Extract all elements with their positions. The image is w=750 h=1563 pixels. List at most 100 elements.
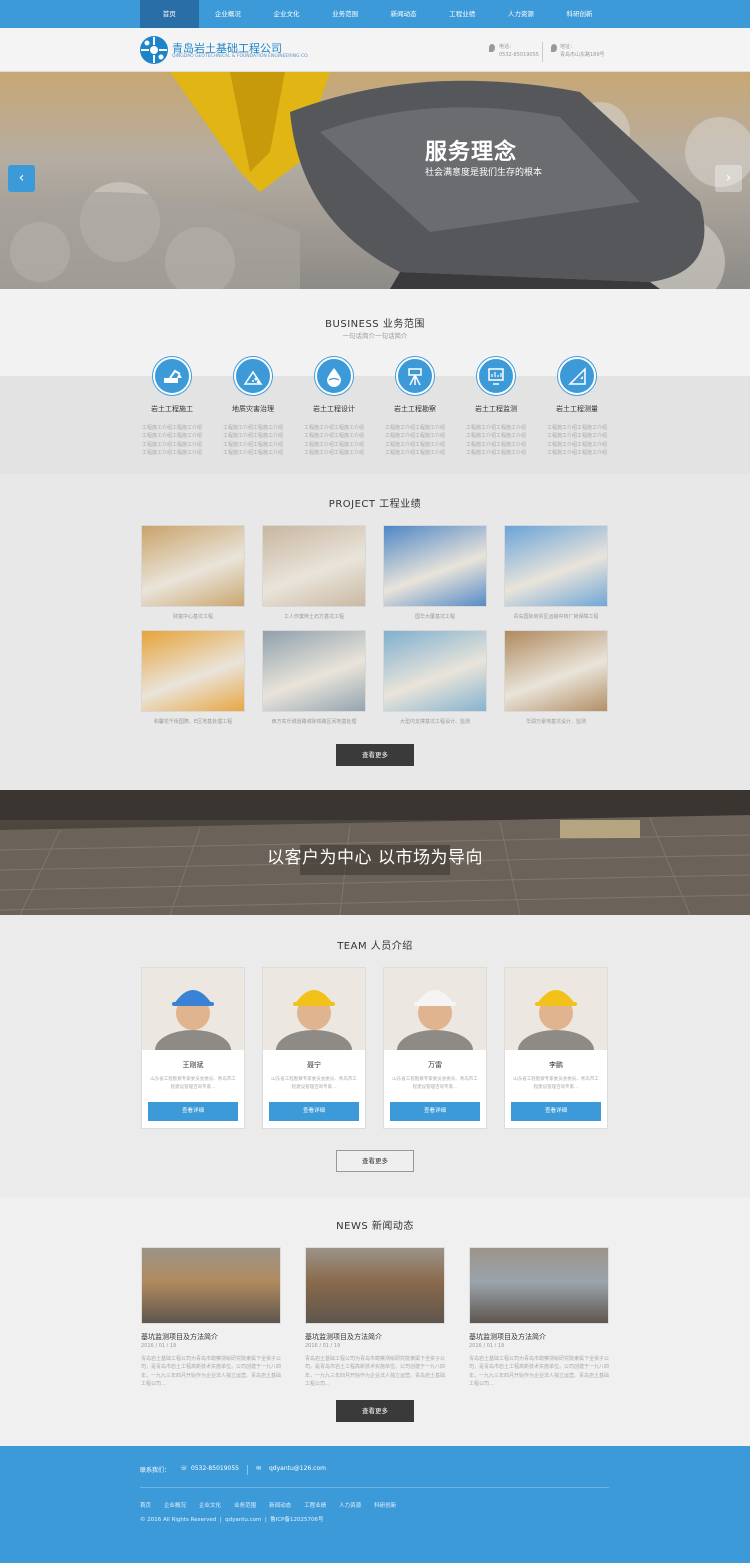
business-band — [0, 376, 750, 474]
nav-item[interactable]: 新闻动态 — [374, 0, 433, 28]
project-card[interactable] — [504, 630, 608, 712]
project-image[interactable] — [384, 526, 486, 606]
project-image[interactable] — [142, 631, 244, 711]
project-image[interactable] — [384, 631, 486, 711]
project-caption[interactable]: 国华大厦基坑工程 — [383, 613, 487, 620]
next-slide-button[interactable]: › — [715, 165, 742, 192]
prev-slide-button[interactable]: ‹ — [8, 165, 35, 192]
project-image[interactable] — [505, 631, 607, 711]
banner-title: 服务理念 — [425, 139, 518, 165]
project-card[interactable] — [504, 525, 608, 607]
business-item-label: 岩土工程监测 — [475, 405, 517, 413]
team-detail-button[interactable]: 查看详细 — [511, 1102, 601, 1121]
project-caption[interactable]: 财富中心基坑工程 — [141, 613, 245, 620]
team-detail-button[interactable]: 查看详细 — [148, 1102, 238, 1121]
survey-icon — [396, 357, 434, 395]
team-member-name: 聂宁 — [307, 1061, 321, 1069]
footer-link[interactable]: 工程业绩 — [304, 1501, 326, 1509]
business-item-label: 岩土工程设计 — [313, 405, 355, 413]
phone-number: 0532-85019055 — [499, 52, 539, 58]
news-title[interactable]: 基坑监测项目及方法简介 — [141, 1332, 281, 1342]
project-card[interactable] — [383, 525, 487, 607]
nav-item[interactable]: 首页 — [140, 0, 199, 28]
news-excerpt: 青岛岩土基础工程公司为青岛市勘察测绘研究院隶属下全资子公司，是青岛市岩土工程高新… — [469, 1356, 610, 1387]
footer-link[interactable]: 科研创新 — [374, 1501, 396, 1509]
project-image[interactable] — [505, 526, 607, 606]
header-phone: 电话： 0532-85019055 — [499, 43, 539, 59]
slogan-text: 以客户为中心 以市场为导向 — [267, 848, 483, 868]
project-more-button[interactable]: 查看更多 — [336, 744, 414, 766]
business-item-label: 岩土工程测量 — [556, 405, 598, 413]
project-image[interactable] — [263, 631, 365, 711]
business-item-text: 工程施工介绍工程施工介绍工程施工介绍工程施工介绍工程施工介绍工程施工介绍工程施工… — [141, 425, 202, 456]
banner-image — [0, 72, 750, 289]
project-image[interactable] — [263, 526, 365, 606]
team-more-button[interactable]: 查看更多 — [336, 1150, 414, 1172]
project-caption[interactable]: 工人作業辨土石方基坑工程 — [262, 613, 366, 620]
logo-icon[interactable] — [140, 36, 168, 64]
business-item[interactable]: 岩土工程勘察 — [383, 357, 447, 414]
company-name-en: QINGDAO GEOTECHNICAL & FOUNDATION ENGINE… — [172, 54, 309, 59]
news-image[interactable] — [141, 1247, 281, 1324]
footer-link[interactable]: 企业文化 — [199, 1501, 221, 1509]
nav-item[interactable]: 工程业绩 — [433, 0, 492, 28]
business-item[interactable]: 岩土工程设计 — [302, 357, 366, 414]
nav-item[interactable]: 企业概况 — [199, 0, 258, 28]
project-card[interactable] — [262, 630, 366, 712]
business-item[interactable]: 岩土工程测量 — [545, 357, 609, 414]
business-item[interactable]: 地质灾害治理 — [221, 357, 285, 414]
footer-link[interactable]: 人力资源 — [339, 1501, 361, 1509]
project-caption[interactable]: 青岛国际商贸区运输中转厂房保障工程 — [504, 613, 608, 620]
team-detail-button[interactable]: 查看详细 — [390, 1102, 480, 1121]
footer-link[interactable]: 首页 — [140, 1501, 151, 1509]
team-detail-button[interactable]: 查看详细 — [269, 1102, 359, 1121]
business-item-text: 工程施工介绍工程施工介绍工程施工介绍工程施工介绍工程施工介绍工程施工介绍工程施工… — [222, 425, 283, 456]
team-photo[interactable] — [263, 968, 365, 1050]
nav-item[interactable]: 人力资源 — [492, 0, 551, 28]
business-item-text: 工程施工介绍工程施工介绍工程施工介绍工程施工介绍工程施工介绍工程施工介绍工程施工… — [384, 425, 445, 456]
business-item[interactable]: 岩土工程施工 — [140, 357, 204, 414]
nav-item[interactable]: 科研创新 — [550, 0, 609, 28]
business-title: BUSINESS 业务范围 — [325, 319, 425, 330]
business-subtitle: 一句话简介一句话简介 — [342, 332, 408, 340]
news-more-button[interactable]: 查看更多 — [336, 1400, 414, 1422]
project-caption[interactable]: 西方实乐城道路城际铁路区间地基处理 — [262, 718, 366, 725]
news-image[interactable] — [469, 1247, 609, 1324]
nav-item[interactable]: 业务范围 — [316, 0, 375, 28]
project-image[interactable] — [142, 526, 244, 606]
project-caption[interactable]: 和馨花千街国際、E区地基处理工程 — [141, 718, 245, 725]
team-member-desc: 山东省工程勘察专家委员会委员、青岛市工程建设管理咨询专家... — [271, 1077, 357, 1090]
footer-domain[interactable]: qdyantu.com — [225, 1517, 261, 1523]
footer-link[interactable]: 新闻动态 — [269, 1501, 291, 1509]
project-card[interactable] — [141, 630, 245, 712]
team-photo[interactable] — [505, 968, 607, 1050]
nav-item[interactable]: 企业文化 — [257, 0, 316, 28]
team-member-desc: 山东省工程勘察专家委员会委员、青岛市工程建设管理咨询专家... — [150, 1077, 236, 1090]
news-title[interactable]: 基坑监测项目及方法简介 — [469, 1332, 609, 1342]
team-photo[interactable] — [384, 968, 486, 1050]
footer-link[interactable]: 企业概况 — [164, 1501, 186, 1509]
project-card[interactable] — [262, 525, 366, 607]
project-caption[interactable]: 华润万豪地基坑设计、监测 — [504, 718, 608, 725]
footer-email[interactable]: qdyantu@126.com — [269, 1465, 326, 1472]
business-item-label: 岩土工程施工 — [151, 405, 193, 413]
news-image[interactable] — [305, 1247, 445, 1324]
news-title[interactable]: 基坑监测项目及方法简介 — [305, 1332, 445, 1342]
footer-link[interactable]: 业务范围 — [234, 1501, 256, 1509]
business-item-label: 地质灾害治理 — [232, 405, 274, 413]
project-card[interactable] — [141, 525, 245, 607]
address-label: 地址： — [560, 44, 576, 50]
excavator-icon — [153, 357, 191, 395]
address-text: 青岛市山东路189号 — [560, 52, 605, 58]
project-caption[interactable]: 大型内支撑基坑工程设计、监测 — [383, 718, 487, 725]
header-divider — [542, 42, 543, 62]
footer-divider — [247, 1465, 248, 1475]
triangle-ruler-icon — [558, 357, 596, 395]
business-item[interactable]: 岩土工程监测 — [464, 357, 528, 414]
location-pin-icon — [551, 44, 557, 52]
project-card[interactable] — [383, 630, 487, 712]
footer-icp[interactable]: 鲁ICP备12025706号 — [270, 1517, 323, 1523]
team-card: 万雷 山东省工程勘察专家委员会委员、青岛市工程建设管理咨询专家... 查看详细 — [383, 967, 487, 1129]
mail-icon: ✉ — [256, 1465, 262, 1472]
team-photo[interactable] — [142, 968, 244, 1050]
